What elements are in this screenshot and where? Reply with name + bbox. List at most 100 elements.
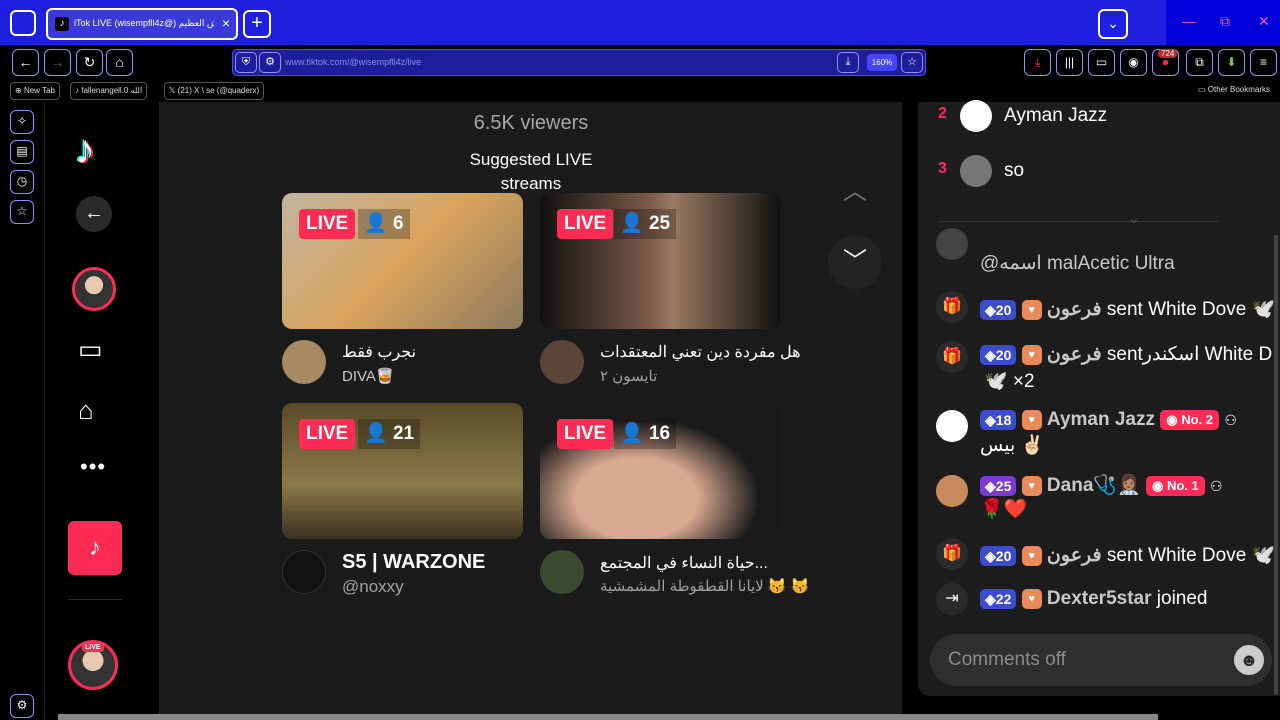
stream-thumbnail[interactable]: LIVE 👤 6 [282, 193, 523, 329]
chat-message: ◈18 ♥ Ayman Jazz ◉ No. 2 ⚇ [980, 409, 1280, 431]
viewer-count-badge: 👤 21 [358, 419, 421, 449]
follow-icon[interactable]: ⚇ [1210, 478, 1223, 494]
level-badge: ◈20 [980, 545, 1017, 566]
site-settings-icon[interactable]: ⚙ [259, 52, 281, 73]
favorites-icon[interactable]: ☆ [10, 200, 34, 224]
ai-icon[interactable]: ✧ [10, 110, 34, 134]
notes-icon[interactable]: ▤ [10, 140, 34, 164]
divider [938, 221, 1218, 222]
settings-icon[interactable]: ⚙ [10, 694, 34, 718]
level-badge: ◈18 [980, 409, 1017, 430]
explore-icon[interactable]: ⌂ [78, 394, 110, 426]
home-icon[interactable]: ⌂ [106, 49, 133, 76]
new-tab-button[interactable]: + [243, 10, 271, 38]
back-arrow-icon[interactable]: ← [76, 196, 112, 232]
chevron-down-icon[interactable]: ﹀ [828, 235, 882, 289]
chat-avatar[interactable] [936, 410, 968, 442]
tab-manager-icon[interactable] [10, 10, 36, 36]
bookmark-fallenangell[interactable]: ♪ fallenangell.0 الله [70, 82, 148, 100]
streamer-avatar[interactable] [540, 340, 584, 384]
account-icon[interactable]: ◉ [1120, 49, 1147, 76]
extension-badge: 724 [1158, 49, 1178, 58]
follow-icon[interactable]: ⚇ [1224, 412, 1237, 428]
minimize-icon[interactable]: — [1182, 13, 1196, 29]
sidebar-toggle-icon[interactable]: ▭ [1088, 49, 1115, 76]
streamer-avatar[interactable] [282, 340, 326, 384]
chat-text: بيس ✌🏻 [980, 435, 1045, 456]
fan-badge-icon: ♥ [1021, 588, 1042, 609]
chat-message: ◈20 ♥ فرعون sentاسكندر White D [980, 343, 1280, 366]
horizontal-scrollbar[interactable] [58, 714, 1158, 720]
browser-tab[interactable]: ♪ iTok LIVE (wisempfll4z@) قلبوش العظيم … [46, 8, 238, 40]
viewer-count-badge: 👤 16 [614, 419, 677, 449]
rank-avatar[interactable] [960, 100, 992, 132]
live-badge: LIVE [299, 209, 356, 239]
level-badge: ◈25 [980, 475, 1017, 496]
chat-avatar[interactable] [936, 228, 968, 260]
video-icon[interactable]: ▭ [78, 336, 112, 362]
chat-username[interactable]: فرعون [1047, 344, 1102, 365]
library-icon[interactable]: ||| [1056, 49, 1083, 76]
stream-thumbnail[interactable]: LIVE 👤 25 [540, 193, 781, 329]
comment-input[interactable]: Comments off ☻ [930, 634, 1272, 686]
bookmark-new-tab[interactable]: ⊕ New Tab [10, 82, 60, 100]
history-icon[interactable]: ◷ [10, 170, 34, 194]
streamer-name[interactable]: لايانا القطقوطة المشمشية 😽 😽 [600, 577, 809, 595]
rank-name[interactable]: so [1004, 160, 1024, 182]
forward-icon[interactable]: → [44, 49, 71, 76]
other-bookmarks[interactable]: ▭ Other Bookmarks [1194, 82, 1274, 100]
fan-badge-icon: ♥ [1021, 475, 1042, 496]
rank-badge: ◉ No. 2 [1160, 409, 1220, 430]
url-bar[interactable]: ⛨ ⚙ www.tiktok.com/@wisempfll4z/live ⤓ 1… [232, 49, 926, 76]
menu-icon[interactable]: ≡ [1250, 49, 1277, 76]
streamer-avatar[interactable] [540, 550, 584, 594]
profile-avatar[interactable] [72, 267, 116, 311]
shield-icon[interactable]: ⛨ [235, 52, 257, 73]
rank-badge: ◉ No. 1 [1145, 475, 1205, 496]
live-tag: LIVE [82, 643, 104, 652]
level-badge: ◈20 [980, 344, 1017, 365]
expand-icon[interactable]: ⌄ [1128, 210, 1140, 227]
streamer-name[interactable]: DIVA🥃 [342, 367, 395, 385]
chat-username[interactable]: فرعون [1047, 299, 1102, 320]
chat-username[interactable]: Dana🩺👩🏽‍⚕️ [1047, 475, 1141, 496]
chat-message: ◈20 ♥ فرعون sent White Dove 🕊️ [980, 297, 1280, 321]
stream-title[interactable]: نجرب فقط [342, 342, 416, 362]
more-icon[interactable]: ••• [80, 454, 106, 480]
star-icon[interactable]: ☆ [901, 52, 923, 73]
download-page-icon[interactable]: ⤓ [837, 52, 859, 73]
streamer-name[interactable]: @noxxy [342, 577, 404, 597]
url-text[interactable]: www.tiktok.com/@wisempfll4z/live [285, 57, 421, 67]
rank-avatar[interactable] [960, 155, 992, 187]
nav-divider [68, 599, 122, 600]
streamer-name[interactable]: تايسون ٢ [600, 367, 657, 385]
extensions-icon[interactable]: ⧉ [1186, 49, 1213, 76]
stream-title[interactable]: S5 | WARZONE [342, 551, 485, 574]
downloads-icon[interactable]: ⤓ [1024, 49, 1051, 76]
comment-placeholder: Comments off [948, 649, 1066, 670]
chat-message: @اسمه malAcetic Ultra [980, 253, 1175, 274]
chat-avatar[interactable] [936, 475, 968, 507]
stream-title[interactable]: هل مفردة دين تعني المعتقدات [600, 342, 801, 362]
stream-title[interactable]: حياة النساء في المجتمع... [600, 553, 768, 573]
download-extension-icon[interactable]: ⬇ [1218, 49, 1245, 76]
reload-icon[interactable]: ↻ [76, 49, 103, 76]
chat-username[interactable]: Dexter5star [1047, 588, 1152, 609]
chevron-down-icon[interactable]: ⌄ [1098, 9, 1128, 39]
chat-username[interactable]: فرعون [1047, 545, 1102, 566]
emoji-icon[interactable]: ☻ [1234, 645, 1264, 675]
stream-thumbnail[interactable]: LIVE 👤 16 [540, 403, 781, 539]
chat-username[interactable]: Ayman Jazz [1047, 409, 1155, 430]
tiktok-logo-icon[interactable]: ♪ [75, 128, 115, 172]
bookmark-x[interactable]: 𝕏 (21) X \ se (@quaderx) [164, 82, 265, 100]
maximize-icon[interactable]: ⧉ [1220, 13, 1230, 30]
close-window-icon[interactable]: ✕ [1258, 13, 1270, 30]
stream-thumbnail[interactable]: LIVE 👤 21 [282, 403, 523, 539]
rank-name[interactable]: Ayman Jazz [1004, 105, 1107, 127]
close-tab-icon[interactable]: × [222, 15, 230, 31]
zoom-level[interactable]: 160% [867, 54, 897, 71]
live-icon[interactable]: ♪ [68, 521, 122, 575]
streamer-avatar[interactable] [282, 550, 326, 594]
back-icon[interactable]: ← [12, 49, 39, 76]
chevron-up-icon[interactable]: ︿ [828, 165, 882, 219]
